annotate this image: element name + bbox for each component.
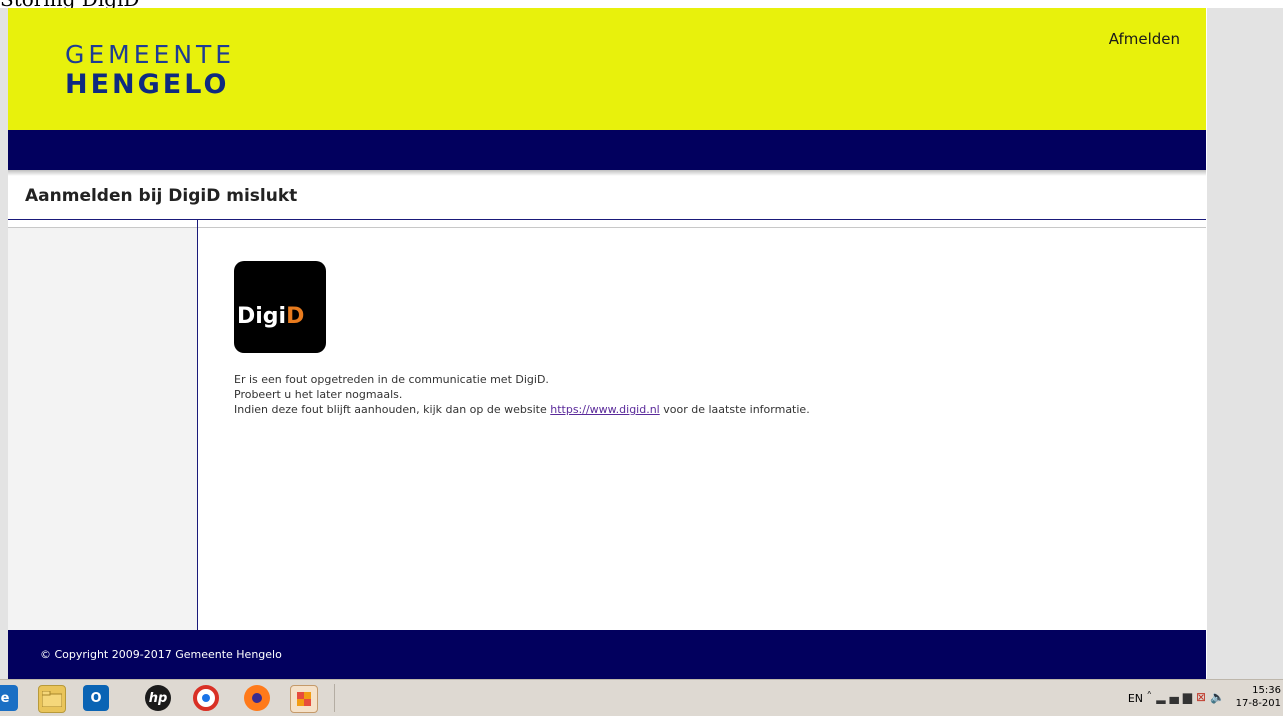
outlook-icon[interactable]: O [83,685,109,711]
page: GEMEENTE HENGELO Afmelden Aanmelden bij … [8,8,1206,679]
error-message-line3-post: voor de laatste informatie. [659,403,810,416]
error-message-line3: Indien deze fout blijft aanhouden, kijk … [234,402,1174,417]
file-explorer-icon[interactable] [38,685,66,713]
firefox-icon[interactable] [244,685,270,711]
error-message-line3-pre: Indien deze fout blijft aanhouden, kijk … [234,403,551,416]
snipping-tool-icon[interactable] [290,685,318,713]
hp-icon-label: hp [148,690,168,706]
digid-logo-text-main: Digi [237,304,287,329]
title-divider [8,219,1206,220]
main-content: DigiD Er is een fout opgetreden in de co… [234,261,1174,417]
digid-website-link[interactable]: https://www.digid.nl [550,403,660,416]
sidebar-divider [197,219,198,630]
show-hidden-icons-icon[interactable]: ˄ [1146,690,1156,704]
gemeente-hengelo-logo[interactable]: GEMEENTE HENGELO [65,41,235,101]
left-gutter [0,8,8,679]
error-message: Er is een fout opgetreden in de communic… [234,372,1174,417]
clock[interactable]: 15:36 17-8-201 [1236,684,1281,710]
volume-icon[interactable]: 🔈 [1210,690,1229,704]
page-title: Aanmelden bij DigiD mislukt [25,186,298,206]
digid-logo-text: DigiD [237,304,304,329]
network-icon[interactable]: ▂▄▆ [1156,690,1196,704]
digid-logo-text-accent: D [286,304,305,329]
header: GEMEENTE HENGELO Afmelden [8,8,1206,130]
chrome-icon[interactable] [193,685,219,711]
nav-shadow [8,170,1206,176]
right-gutter [1207,8,1283,679]
security-alert-icon[interactable]: ⊠ [1196,690,1210,704]
taskbar-separator [334,684,335,712]
logo-line1: GEMEENTE [65,40,236,69]
nav-bar [8,130,1206,170]
edge-icon[interactable]: e [0,685,18,711]
digid-logo: DigiD [234,261,326,353]
error-message-line1: Er is een fout opgetreden in de communic… [234,373,549,386]
logout-link[interactable]: Afmelden [1109,30,1180,48]
hp-icon[interactable]: hp [145,685,171,711]
footer: © Copyright 2009-2017 Gemeente Hengelo [8,630,1206,679]
language-indicator[interactable]: EN [1128,692,1143,705]
copyright-text: © Copyright 2009-2017 Gemeente Hengelo [40,648,282,661]
clock-date: 17-8-201 [1235,698,1281,709]
browser-tab-title: Storing DigiD [0,0,139,9]
sidebar [8,228,197,630]
taskbar: e O hp EN ˄▂▄▆⊠🔈 15:36 17-8-201 [0,679,1283,716]
error-message-line2: Probeert u het later nogmaals. [234,388,403,401]
logo-line2: HENGELO [65,69,230,100]
clock-time: 15:36 [1252,685,1281,696]
system-tray[interactable]: ˄▂▄▆⊠🔈 [1146,690,1229,704]
